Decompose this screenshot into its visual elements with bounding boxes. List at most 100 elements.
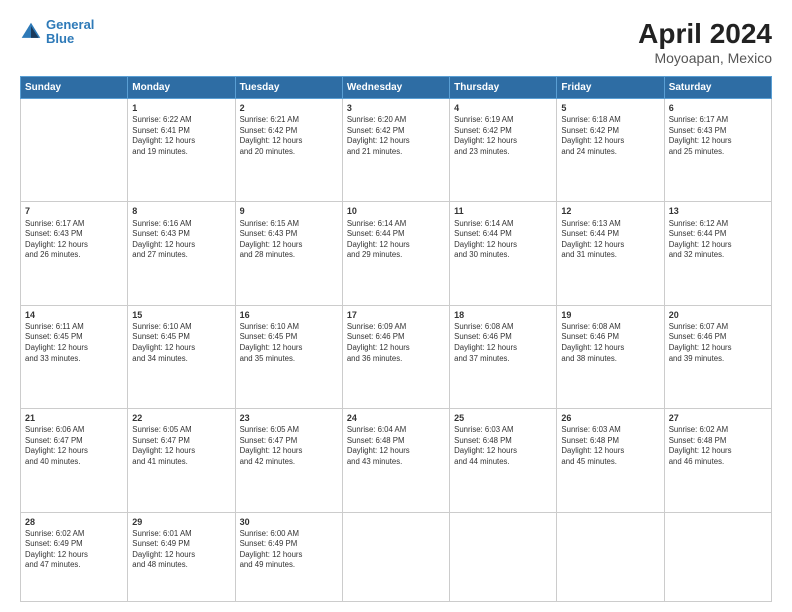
day-number: 10 [347, 205, 445, 217]
day-number: 5 [561, 102, 659, 114]
day-number: 27 [669, 412, 767, 424]
table-row: 4Sunrise: 6:19 AM Sunset: 6:42 PM Daylig… [450, 99, 557, 202]
logo-line2: Blue [46, 31, 74, 46]
day-number: 23 [240, 412, 338, 424]
table-row: 17Sunrise: 6:09 AM Sunset: 6:46 PM Dayli… [342, 305, 449, 408]
table-row: 9 Sunrise: 6:15 AM Sunset: 6:43 PM Daylig… [235, 202, 342, 305]
day-info: Sunrise: 6:15 AM Sunset: 6:43 PM Dayligh… [240, 219, 338, 261]
day-info: Sunrise: 6:13 AM Sunset: 6:44 PM Dayligh… [561, 219, 659, 261]
day-info: Sunrise: 6:01 AM Sunset: 6:49 PM Dayligh… [132, 529, 230, 571]
table-row: 24Sunrise: 6:04 AM Sunset: 6:48 PM Dayli… [342, 409, 449, 512]
header: General Blue April 2024 Moyoapan, Mexico [20, 18, 772, 66]
col-sunday: Sunday [21, 77, 128, 99]
calendar-subtitle: Moyoapan, Mexico [638, 50, 772, 66]
day-info: Sunrise: 6:22 AM Sunset: 6:41 PM Dayligh… [132, 115, 230, 157]
day-number: 26 [561, 412, 659, 424]
day-info: Sunrise: 6:11 AM Sunset: 6:45 PM Dayligh… [25, 322, 123, 364]
table-row: 10 Sunrise: 6:14 AM Sunset: 6:44 PM Dayli… [342, 202, 449, 305]
day-number: 1 [132, 102, 230, 114]
day-number: 4 [454, 102, 552, 114]
logo: General Blue [20, 18, 94, 47]
col-friday: Friday [557, 77, 664, 99]
day-info: Sunrise: 6:20 AM Sunset: 6:42 PM Dayligh… [347, 115, 445, 157]
day-info: Sunrise: 6:08 AM Sunset: 6:46 PM Dayligh… [561, 322, 659, 364]
day-number: 12 [561, 205, 659, 217]
table-row: 1Sunrise: 6:22 AM Sunset: 6:41 PM Daylig… [128, 99, 235, 202]
page: General Blue April 2024 Moyoapan, Mexico… [0, 0, 792, 612]
table-row: 5Sunrise: 6:18 AM Sunset: 6:42 PM Daylig… [557, 99, 664, 202]
table-row: 20Sunrise: 6:07 AM Sunset: 6:46 PM Dayli… [664, 305, 771, 408]
calendar-week-row: 14Sunrise: 6:11 AM Sunset: 6:45 PM Dayli… [21, 305, 772, 408]
col-thursday: Thursday [450, 77, 557, 99]
table-row [342, 512, 449, 601]
day-number: 18 [454, 309, 552, 321]
day-number: 28 [25, 516, 123, 528]
table-row: 6Sunrise: 6:17 AM Sunset: 6:43 PM Daylig… [664, 99, 771, 202]
day-number: 15 [132, 309, 230, 321]
table-row: 2Sunrise: 6:21 AM Sunset: 6:42 PM Daylig… [235, 99, 342, 202]
col-tuesday: Tuesday [235, 77, 342, 99]
day-number: 9 [240, 205, 338, 217]
col-monday: Monday [128, 77, 235, 99]
day-number: 30 [240, 516, 338, 528]
table-row: 18Sunrise: 6:08 AM Sunset: 6:46 PM Dayli… [450, 305, 557, 408]
table-row [557, 512, 664, 601]
table-row: 8Sunrise: 6:16 AM Sunset: 6:43 PM Daylig… [128, 202, 235, 305]
day-number: 25 [454, 412, 552, 424]
table-row: 29Sunrise: 6:01 AM Sunset: 6:49 PM Dayli… [128, 512, 235, 601]
day-number: 19 [561, 309, 659, 321]
day-info: Sunrise: 6:03 AM Sunset: 6:48 PM Dayligh… [561, 425, 659, 467]
day-number: 14 [25, 309, 123, 321]
day-info: Sunrise: 6:07 AM Sunset: 6:46 PM Dayligh… [669, 322, 767, 364]
table-row: 3Sunrise: 6:20 AM Sunset: 6:42 PM Daylig… [342, 99, 449, 202]
table-row: 26Sunrise: 6:03 AM Sunset: 6:48 PM Dayli… [557, 409, 664, 512]
day-number: 16 [240, 309, 338, 321]
table-row [21, 99, 128, 202]
day-number: 20 [669, 309, 767, 321]
day-info: Sunrise: 6:09 AM Sunset: 6:46 PM Dayligh… [347, 322, 445, 364]
calendar-header-row: Sunday Monday Tuesday Wednesday Thursday… [21, 77, 772, 99]
logo-line1: General [46, 17, 94, 32]
table-row: 23Sunrise: 6:05 AM Sunset: 6:47 PM Dayli… [235, 409, 342, 512]
day-info: Sunrise: 6:21 AM Sunset: 6:42 PM Dayligh… [240, 115, 338, 157]
calendar-week-row: 28Sunrise: 6:02 AM Sunset: 6:49 PM Dayli… [21, 512, 772, 601]
col-saturday: Saturday [664, 77, 771, 99]
logo-icon [20, 21, 42, 43]
col-wednesday: Wednesday [342, 77, 449, 99]
table-row: 27Sunrise: 6:02 AM Sunset: 6:48 PM Dayli… [664, 409, 771, 512]
table-row: 12 Sunrise: 6:13 AM Sunset: 6:44 PM Dayli… [557, 202, 664, 305]
day-number: 3 [347, 102, 445, 114]
day-info: Sunrise: 6:10 AM Sunset: 6:45 PM Dayligh… [132, 322, 230, 364]
day-number: 13 [669, 205, 767, 217]
table-row: 11 Sunrise: 6:14 AM Sunset: 6:44 PM Dayli… [450, 202, 557, 305]
table-row: 13Sunrise: 6:12 AM Sunset: 6:44 PM Dayli… [664, 202, 771, 305]
day-info: Sunrise: 6:10 AM Sunset: 6:45 PM Dayligh… [240, 322, 338, 364]
table-row: 22Sunrise: 6:05 AM Sunset: 6:47 PM Dayli… [128, 409, 235, 512]
day-number: 7 [25, 205, 123, 217]
day-info: Sunrise: 6:14 AM Sunset: 6:44 PM Dayligh… [454, 219, 552, 261]
day-info: Sunrise: 6:05 AM Sunset: 6:47 PM Dayligh… [132, 425, 230, 467]
table-row [664, 512, 771, 601]
table-row: 28Sunrise: 6:02 AM Sunset: 6:49 PM Dayli… [21, 512, 128, 601]
day-number: 11 [454, 205, 552, 217]
calendar-week-row: 1Sunrise: 6:22 AM Sunset: 6:41 PM Daylig… [21, 99, 772, 202]
day-number: 29 [132, 516, 230, 528]
calendar-table: Sunday Monday Tuesday Wednesday Thursday… [20, 76, 772, 602]
day-info: Sunrise: 6:19 AM Sunset: 6:42 PM Dayligh… [454, 115, 552, 157]
day-number: 21 [25, 412, 123, 424]
day-info: Sunrise: 6:17 AM Sunset: 6:43 PM Dayligh… [25, 219, 123, 261]
day-info: Sunrise: 6:14 AM Sunset: 6:44 PM Dayligh… [347, 219, 445, 261]
table-row: 15Sunrise: 6:10 AM Sunset: 6:45 PM Dayli… [128, 305, 235, 408]
table-row: 16Sunrise: 6:10 AM Sunset: 6:45 PM Dayli… [235, 305, 342, 408]
day-number: 22 [132, 412, 230, 424]
calendar-week-row: 7 Sunrise: 6:17 AM Sunset: 6:43 PM Daylig… [21, 202, 772, 305]
table-row: 19Sunrise: 6:08 AM Sunset: 6:46 PM Dayli… [557, 305, 664, 408]
calendar-week-row: 21Sunrise: 6:06 AM Sunset: 6:47 PM Dayli… [21, 409, 772, 512]
day-info: Sunrise: 6:02 AM Sunset: 6:49 PM Dayligh… [25, 529, 123, 571]
day-info: Sunrise: 6:04 AM Sunset: 6:48 PM Dayligh… [347, 425, 445, 467]
calendar-title: April 2024 [638, 18, 772, 50]
day-info: Sunrise: 6:16 AM Sunset: 6:43 PM Dayligh… [132, 219, 230, 261]
table-row: 7 Sunrise: 6:17 AM Sunset: 6:43 PM Daylig… [21, 202, 128, 305]
day-info: Sunrise: 6:17 AM Sunset: 6:43 PM Dayligh… [669, 115, 767, 157]
table-row [450, 512, 557, 601]
